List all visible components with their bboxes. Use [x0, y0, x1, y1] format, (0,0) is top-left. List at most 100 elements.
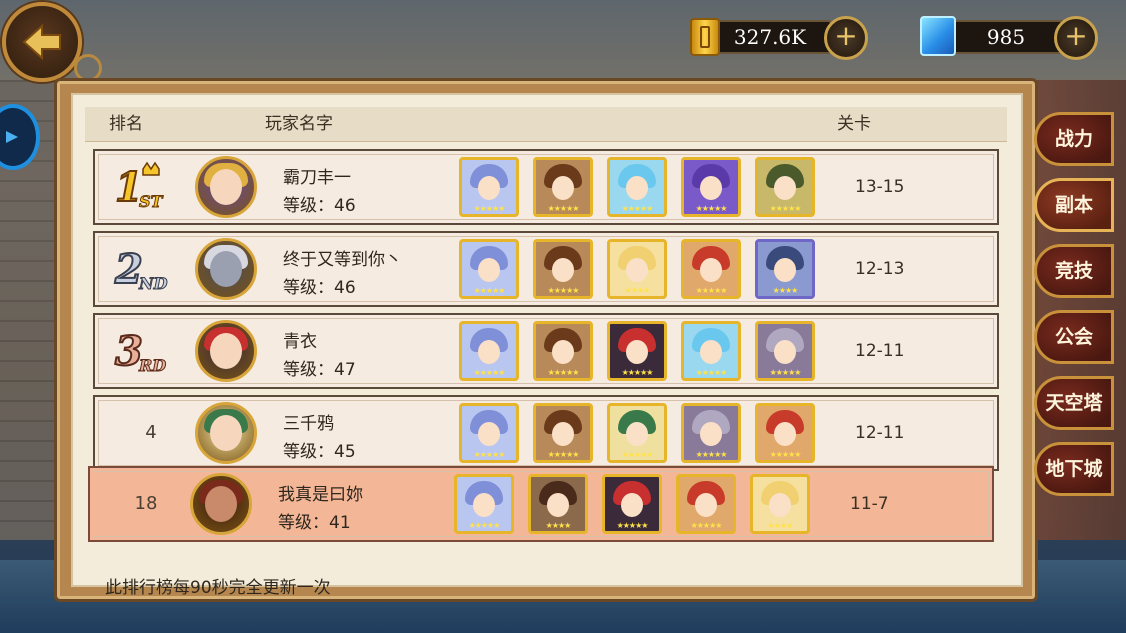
hero-stars: ★★★★★ [547, 286, 580, 295]
hero-portrait[interactable]: ★★★★★ [755, 157, 815, 217]
hero-portrait[interactable]: ★★★★★ [676, 474, 736, 534]
leaderboard-row[interactable]: 4 三千鸦 等级：45 ★★★★★ ★★★★★ ★★★★★ ★★★★★ ★★★★… [93, 395, 999, 471]
tab-arena[interactable]: 竞技 [1034, 244, 1114, 298]
leaderboard-header: 排名 玩家名字 关卡 [85, 107, 1007, 142]
rank-badge-1: 1 ST [114, 161, 164, 212]
stage-progress: 11-7 [850, 494, 889, 514]
player-level: 等级：46 [283, 278, 356, 298]
player-name: 三千鸦 [283, 414, 334, 434]
player-avatar[interactable] [195, 238, 257, 300]
hero-portrait[interactable]: ★★★★★ [607, 157, 667, 217]
hero-portrait[interactable]: ★★★★ [755, 239, 815, 299]
hero-face [478, 258, 500, 282]
hero-face [547, 493, 569, 517]
hero-portrait[interactable]: ★★★★★ [533, 239, 593, 299]
tab-dungeon[interactable]: 副本 [1034, 178, 1114, 232]
gem-currency: 985 + [920, 16, 1098, 60]
hero-portrait[interactable]: ★★★★ [528, 474, 588, 534]
leaderboard-row[interactable]: 1 ST 霸刀丰一 等级：46 ★★★★★ ★★★★★ ★★★★★ ★★★★★ … [93, 149, 999, 225]
player-avatar[interactable] [190, 473, 252, 535]
hero-stars: ★★★★★ [621, 204, 654, 213]
arrow-right-icon [6, 131, 18, 143]
hero-stars: ★★★★★ [473, 286, 506, 295]
hero-stars: ★★★★ [772, 286, 799, 295]
back-button[interactable] [2, 2, 82, 82]
hero-stars: ★★★★★ [695, 286, 728, 295]
hero-stars: ★★★★ [545, 521, 572, 530]
stage-progress: 13-15 [855, 177, 905, 197]
add-gold-button[interactable]: + [824, 16, 868, 60]
hero-face [478, 340, 500, 364]
hero-face [769, 493, 791, 517]
hero-portrait[interactable]: ★★★★★ [681, 321, 741, 381]
hero-stars: ★★★★★ [621, 368, 654, 377]
rank-number: 4 [145, 422, 157, 443]
hero-stars: ★★★★★ [621, 450, 654, 459]
hero-face [552, 340, 574, 364]
hero-portrait[interactable]: ★★★★★ [454, 474, 514, 534]
back-arrow-icon [22, 23, 61, 61]
hero-portrait[interactable]: ★★★★ [607, 239, 667, 299]
tab-guild[interactable]: 公会 [1034, 310, 1114, 364]
hero-stars: ★★★★ [767, 521, 794, 530]
stage-progress: 12-13 [855, 259, 905, 279]
hero-stars: ★★★★★ [473, 368, 506, 377]
hero-portrait[interactable]: ★★★★★ [755, 403, 815, 463]
hero-portrait[interactable]: ★★★★★ [533, 157, 593, 217]
leaderboard-row[interactable]: 2 ND 终于又等到你丶 等级：46 ★★★★★ ★★★★★ ★★★★ ★★★★… [93, 231, 999, 307]
hero-face [473, 493, 495, 517]
player-level: 等级：45 [283, 442, 356, 462]
hero-stars: ★★★★★ [547, 204, 580, 213]
hero-face [700, 176, 722, 200]
hero-face [552, 422, 574, 446]
hero-portrait[interactable]: ★★★★★ [607, 321, 667, 381]
hero-face [478, 422, 500, 446]
rank-badge-2: 2 ND [113, 245, 168, 294]
gold-value: 327.6K [733, 25, 807, 49]
tab-sky-tower[interactable]: 天空塔 [1034, 376, 1114, 430]
hero-portrait[interactable]: ★★★★★ [459, 321, 519, 381]
hero-face [774, 422, 796, 446]
rank-badge-suffix: ST [139, 192, 164, 211]
hero-portrait[interactable]: ★★★★★ [681, 239, 741, 299]
player-level: 等级：46 [283, 196, 356, 216]
hero-portrait[interactable]: ★★★★★ [459, 403, 519, 463]
hero-stars: ★★★★★ [547, 368, 580, 377]
hero-stars: ★★★★★ [690, 521, 723, 530]
rank-badge-suffix: RD [138, 356, 166, 375]
self-rank-row[interactable]: 18 我真是曰妳 等级：41 ★★★★★ ★★★★ ★★★★★ ★★★★★ ★★… [88, 466, 994, 542]
hero-portrait[interactable]: ★★★★★ [459, 157, 519, 217]
hero-face [552, 176, 574, 200]
rank-badge-3: 3 RD [114, 327, 167, 376]
hero-portrait[interactable]: ★★★★★ [607, 403, 667, 463]
gem-value: 985 [986, 25, 1026, 49]
hero-face [621, 493, 643, 517]
hero-stars: ★★★★★ [468, 521, 501, 530]
tab-underground-city[interactable]: 地下城 [1034, 442, 1114, 496]
hero-face [700, 340, 722, 364]
hero-face [774, 258, 796, 282]
leaderboard-row[interactable]: 3 RD 青衣 等级：47 ★★★★★ ★★★★★ ★★★★★ ★★★★★ ★★… [93, 313, 999, 389]
player-avatar[interactable] [195, 402, 257, 464]
hero-portrait[interactable]: ★★★★★ [533, 403, 593, 463]
hero-face [626, 422, 648, 446]
update-note: 此排行榜每90秒完全更新一次 [105, 578, 331, 598]
hero-portrait[interactable]: ★★★★★ [681, 403, 741, 463]
tab-power[interactable]: 战力 [1034, 112, 1114, 166]
header-stage: 关卡 [837, 114, 871, 134]
hero-portrait[interactable]: ★★★★★ [602, 474, 662, 534]
player-avatar[interactable] [195, 156, 257, 218]
player-avatar[interactable] [195, 320, 257, 382]
hero-face [552, 258, 574, 282]
hero-portrait[interactable]: ★★★★★ [755, 321, 815, 381]
hero-portrait[interactable]: ★★★★★ [681, 157, 741, 217]
add-gem-button[interactable]: + [1054, 16, 1098, 60]
hero-portrait[interactable]: ★★★★★ [533, 321, 593, 381]
hero-stars: ★★★★★ [547, 450, 580, 459]
hero-portrait[interactable]: ★★★★★ [459, 239, 519, 299]
hero-portrait[interactable]: ★★★★ [750, 474, 810, 534]
player-name: 终于又等到你丶 [283, 250, 402, 270]
header-rank: 排名 [109, 114, 143, 134]
hero-face [626, 340, 648, 364]
hero-stars: ★★★★ [624, 286, 651, 295]
